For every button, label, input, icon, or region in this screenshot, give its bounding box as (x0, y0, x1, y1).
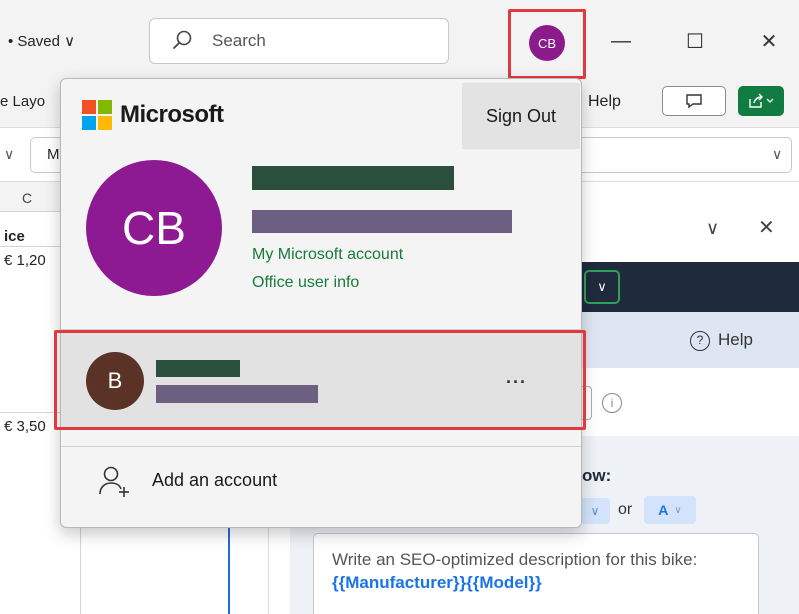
save-status[interactable]: • Saved ∨ (8, 32, 75, 50)
formula-expand-caret[interactable]: ∨ (772, 146, 782, 163)
add-account-button[interactable]: Add an account (152, 470, 277, 491)
cell-price-2[interactable]: € 3,50 (4, 418, 46, 435)
share-icon (749, 93, 774, 108)
pane-help-link[interactable]: ? Help (690, 330, 753, 351)
prompt-variable-manufacturer: {{Manufacturer}} (332, 573, 467, 592)
office-user-info-link[interactable]: Office user info (252, 274, 359, 292)
sign-out-button[interactable]: Sign Out (462, 83, 580, 149)
tab-help[interactable]: Help (588, 93, 621, 111)
pane-dropdown-button[interactable]: ∨ (584, 270, 620, 304)
account-highlight-box (54, 330, 586, 430)
minimize-button[interactable]: — (606, 26, 636, 56)
prompt-variable-model: {{Model}} (466, 573, 542, 592)
redacted-email (252, 210, 512, 233)
prompt-textarea[interactable]: Write an SEO-optimized description for t… (313, 533, 759, 614)
prompt-text: Write an SEO-optimized description for t… (332, 550, 698, 569)
search-box[interactable] (149, 18, 449, 64)
profile-avatar: CB (86, 160, 222, 296)
search-input[interactable]: Search (212, 31, 266, 51)
namebox-dropdown-caret[interactable]: ∨ (4, 146, 14, 163)
divider (61, 446, 581, 447)
prompt-heading: ow: (582, 466, 612, 485)
share-button[interactable] (738, 86, 784, 116)
info-icon[interactable]: i (602, 393, 622, 413)
avatar-highlight-box (508, 9, 586, 79)
microsoft-brand: Microsoft (120, 101, 224, 128)
help-circle-icon: ? (690, 331, 710, 351)
maximize-button[interactable]: ☐ (680, 26, 710, 56)
comment-icon (686, 94, 702, 109)
microsoft-logo-icon (82, 100, 112, 130)
chip-a-label: A (658, 502, 669, 518)
or-label: or (618, 501, 633, 518)
cell-header[interactable]: ice (4, 228, 25, 245)
column-chip-a[interactable]: A ∨ (644, 496, 696, 524)
close-button[interactable]: ✕ (754, 26, 784, 56)
tab-page-layout[interactable]: e Layo (0, 93, 45, 110)
cell-price-1[interactable]: € 1,20 (4, 252, 46, 269)
chevron-down-icon: ∨ (674, 504, 682, 516)
column-header-c[interactable]: C (22, 190, 32, 206)
my-microsoft-account-link[interactable]: My Microsoft account (252, 246, 403, 264)
help-label: Help (718, 330, 753, 349)
comments-button[interactable] (662, 86, 726, 116)
pane-options-caret[interactable]: ∨ (706, 218, 719, 239)
search-icon (173, 30, 192, 49)
pane-close-button[interactable]: ✕ (758, 215, 775, 240)
add-person-icon (99, 466, 129, 497)
formula-input[interactable] (560, 137, 792, 173)
column-chip-dropdown[interactable]: ∨ (580, 498, 610, 524)
redacted-name (252, 166, 454, 190)
